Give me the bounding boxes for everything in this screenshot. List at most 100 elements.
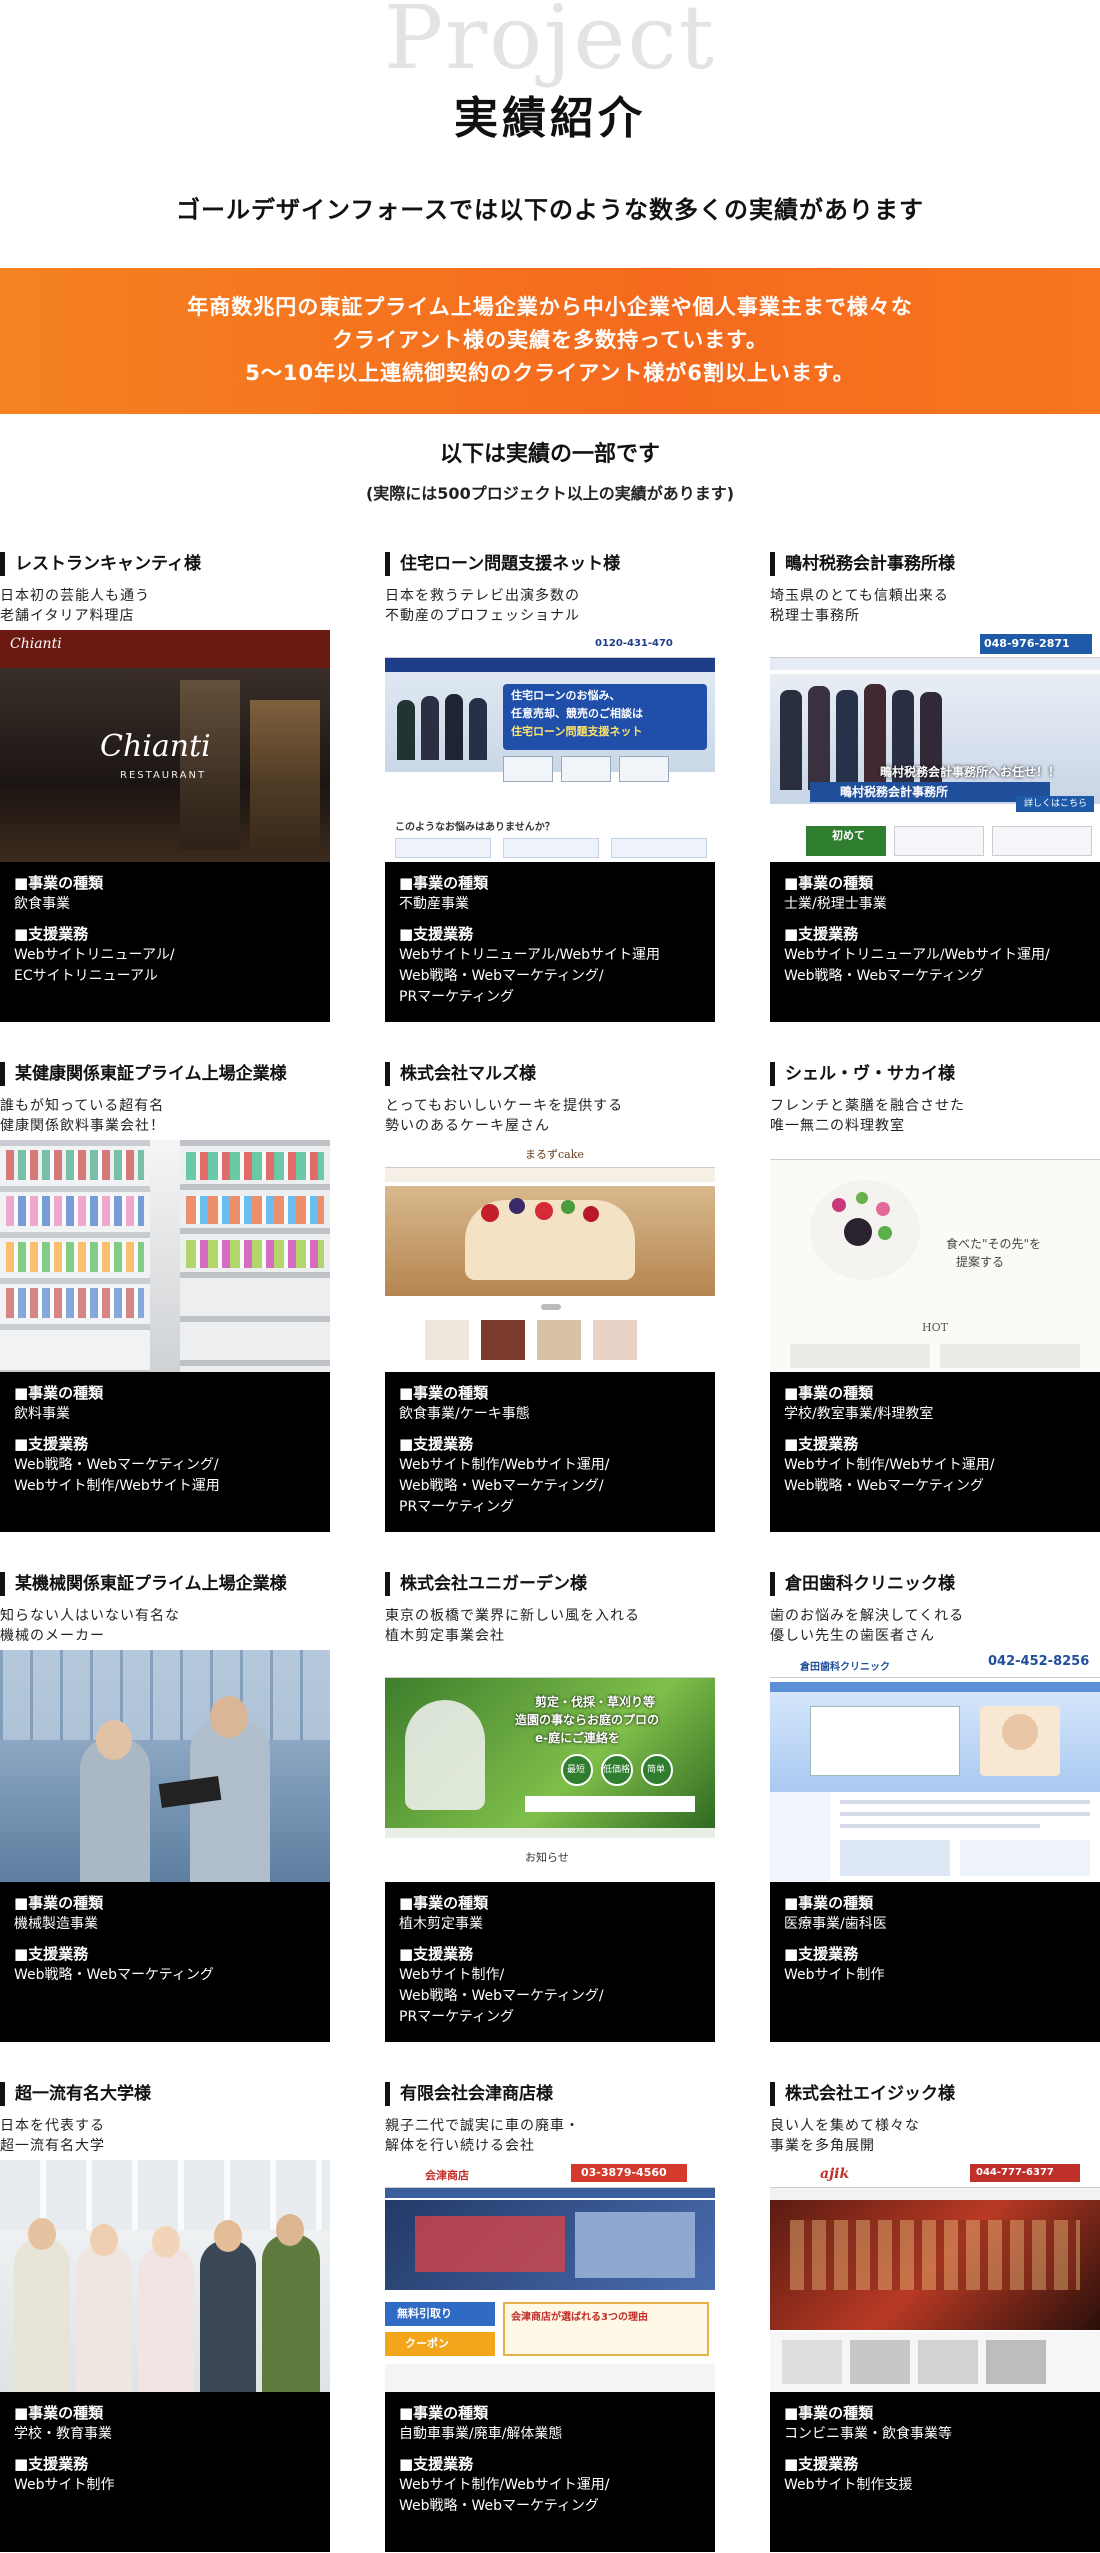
desc-line: 良い人を集めて様々な (770, 2118, 920, 2134)
industry-label: ■事業の種類 (784, 2404, 874, 2422)
support-value: Webサイト制作/Webサイト運用/ (784, 1457, 995, 1473)
banner-line: 5〜10年以上連続御契約のクライアント様が6割以上います。 (245, 361, 855, 385)
screenshot-logo: 倉田歯科クリニック (800, 1662, 890, 1673)
screenshot-section-title: HOT (922, 1321, 948, 1334)
support-value: Webサイトリニューアル/ (14, 947, 175, 963)
screenshot-logo: Chianti (10, 636, 62, 652)
desc-line: 日本を救うテレビ出演多数の (385, 588, 580, 604)
industry-value: 士業/税理士事業 (784, 896, 887, 912)
industry-value: 自動車事業/廃車/解体業態 (399, 2426, 563, 2442)
screenshot-button: クーポン (405, 2337, 449, 2350)
card-description: 歯のお悩みを解決してくれる 優しい先生の歯医者さん (770, 1606, 1100, 1646)
screenshot-badge: 低価格 (603, 1765, 631, 1775)
card-description: 日本を救うテレビ出演多数の 不動産のプロフェッショナル (385, 586, 715, 626)
students-photo (0, 2160, 330, 2392)
industry-label: ■事業の種類 (14, 1384, 104, 1402)
industry-value: 医療事業/歯科医 (784, 1916, 887, 1932)
industry-value: 飲食事業/ケーキ事態 (399, 1406, 530, 1422)
support-value: Webサイトリニューアル/Webサイト運用 (399, 947, 661, 963)
project-card: 株式会社ユニガーデン様 東京の板橋で業界に新しい風を入れる 植木剪定事業会社 剪… (385, 1572, 715, 2042)
card-description: 親子二代で誠実に車の廃車・ 解体を行い続ける会社 (385, 2116, 715, 2156)
card-info-panel: ■事業の種類 飲食事業/ケーキ事態 ■支援業務 Webサイト制作/Webサイト運… (385, 1372, 715, 1532)
desc-line: 超一流有名大学 (0, 2138, 105, 2154)
website-screenshot: 0120-431-470 住宅ローンのお悩み、 任意売却、競売のご相談は 住宅ロ… (385, 630, 715, 862)
card-description: 良い人を集めて様々な 事業を多角展開 (770, 2116, 1100, 2156)
card-description: フレンチと薬膳を融合させた 唯一無二の料理教室 (770, 1096, 1100, 1136)
subheading: 以下は実績の一部です (439, 442, 660, 467)
section-header: Project 実績紹介 (0, 0, 1100, 150)
desc-line: 植木剪定事業会社 (385, 1628, 505, 1644)
screenshot-heading: 造園の事ならお庭のプロの (515, 1713, 660, 1727)
support-value: Webサイト制作 (784, 1967, 885, 1983)
desc-line: 勢いのあるケーキ屋さん (385, 1118, 550, 1134)
lead-text: ゴールデザインフォースでは以下のような数多くの実績があります (175, 196, 925, 224)
card-info-panel: ■事業の種類 自動車事業/廃車/解体業態 ■支援業務 Webサイト制作/Webサ… (385, 2392, 715, 2552)
desc-line: 健康関係飲料事業会社！ (0, 1118, 165, 1134)
screenshot-heading: e-庭にご連絡を (535, 1731, 620, 1745)
project-card: レストランキャンティ様 日本初の芸能人も通う 老舗イタリア料理店 Chianti… (0, 552, 330, 1022)
industry-label: ■事業の種類 (14, 874, 104, 892)
support-value: Web戦略・Webマーケティング (784, 1478, 984, 1494)
support-label: ■支援業務 (14, 1435, 89, 1453)
support-value: Webサイトリニューアル/Webサイト運用/ (784, 947, 1050, 963)
screenshot-logo: 会津商店 (425, 2169, 469, 2182)
desc-line: 歯のお悩みを解決してくれる (770, 1608, 965, 1624)
screenshot-phone: 042-452-8256 (988, 1654, 1090, 1669)
desc-line: 日本を代表する (0, 2118, 105, 2134)
banner-line: 年商数兆円の東証プライム上場企業から中小企業や個人事業主まで様々な (187, 295, 913, 319)
card-title: 有限会社会津商店様 (385, 2082, 553, 2106)
support-label: ■支援業務 (784, 1435, 859, 1453)
store-shelves-photo (0, 1140, 330, 1372)
support-label: ■支援業務 (399, 925, 474, 943)
card-info-panel: ■事業の種類 医療事業/歯科医 ■支援業務 Webサイト制作 (770, 1882, 1100, 2042)
support-label: ■支援業務 (399, 1945, 474, 1963)
support-label: ■支援業務 (399, 2455, 474, 2473)
project-card: シェル・ヴ・サカイ様 フレンチと薬膳を融合させた 唯一無二の料理教室 食べた"そ… (770, 1062, 1100, 1532)
support-label: ■支援業務 (14, 1945, 89, 1963)
support-value: Webサイト制作/Webサイト運用 (14, 1478, 220, 1494)
industry-label: ■事業の種類 (399, 1384, 489, 1402)
screenshot-heading: 剪定・伐採・草刈り等 (535, 1695, 656, 1709)
card-title: 鴫村税務会計事務所様 (770, 552, 955, 576)
page-title: 実績紹介 (454, 93, 646, 144)
screenshot-section-title: お知らせ (525, 1851, 569, 1864)
card-info-panel: ■事業の種類 学校/教室事業/料理教室 ■支援業務 Webサイト制作/Webサイ… (770, 1372, 1100, 1532)
desc-line: とってもおいしいケーキを提供する (385, 1098, 624, 1114)
project-card: 超一流有名大学様 日本を代表する 超一流有名大学 ■事業の種類 学校・教育事業 … (0, 2082, 330, 2552)
screenshot-subheading: RESTAURANT (120, 770, 207, 781)
support-label: ■支援業務 (784, 2455, 859, 2473)
card-description: 知らない人はいない有名な 機械のメーカー (0, 1606, 330, 1646)
website-screenshot: 048-976-2871 鴫村税務会計事務所へお任せ！！ 鴫村税務会計事務所 詳… (770, 630, 1100, 862)
industry-value: 不動産事業 (399, 896, 469, 912)
banner-line: クライアント様の実績を多数持っています。 (331, 328, 768, 352)
card-description: とってもおいしいケーキを提供する 勢いのあるケーキ屋さん (385, 1096, 715, 1136)
industry-value: 学校・教育事業 (14, 2426, 112, 2442)
desc-line: フレンチと薬膳を融合させた (770, 1098, 965, 1114)
screenshot-heading: 住宅ローンのお悩み、 (511, 689, 621, 702)
support-value: Webサイト制作/Webサイト運用/ (399, 2477, 610, 2493)
support-value: Webサイト制作支援 (784, 2477, 913, 2493)
card-title: 某健康関係東証プライム上場企業様 (0, 1062, 287, 1086)
industry-value: 飲食事業 (14, 896, 70, 912)
project-card: 某健康関係東証プライム上場企業様 誰もが知っている超有名 健康関係飲料事業会社！… (0, 1062, 330, 1532)
card-info-panel: ■事業の種類 植木剪定事業 ■支援業務 Webサイト制作/ Web戦略・Webマ… (385, 1882, 715, 2042)
screenshot-heading: 任意売却、競売のご相談は (511, 707, 643, 720)
card-title: 倉田歯科クリニック様 (770, 1572, 955, 1596)
website-screenshot: まるずcake (385, 1140, 715, 1372)
support-value: Webサイト制作 (14, 2477, 115, 2493)
support-value: PRマーケティング (399, 1499, 515, 1515)
industry-label: ■事業の種類 (399, 874, 489, 892)
desc-line: 優しい先生の歯医者さん (770, 1628, 935, 1644)
support-value: Web戦略・Webマーケティング (784, 968, 984, 984)
card-info-panel: ■事業の種類 不動産事業 ■支援業務 Webサイトリニューアル/Webサイト運用… (385, 862, 715, 1022)
website-screenshot: 会津商店 03-3879-4560 無料引取り クーポン 会津商店が選ばれる3つ… (385, 2160, 715, 2392)
screenshot-badge: 最短 (567, 1765, 586, 1775)
screenshot-phone: 0120-431-470 (595, 638, 673, 649)
industry-label: ■事業の種類 (399, 2404, 489, 2422)
desc-line: 埼玉県のとても信頼出来る (770, 588, 949, 604)
industry-label: ■事業の種類 (14, 1894, 104, 1912)
desc-line: 解体を行い続ける会社 (385, 2138, 535, 2154)
support-value: Web戦略・Webマーケティング (14, 1967, 214, 1983)
website-screenshot: 倉田歯科クリニック 042-452-8256 (770, 1650, 1100, 1882)
industry-label: ■事業の種類 (784, 874, 874, 892)
